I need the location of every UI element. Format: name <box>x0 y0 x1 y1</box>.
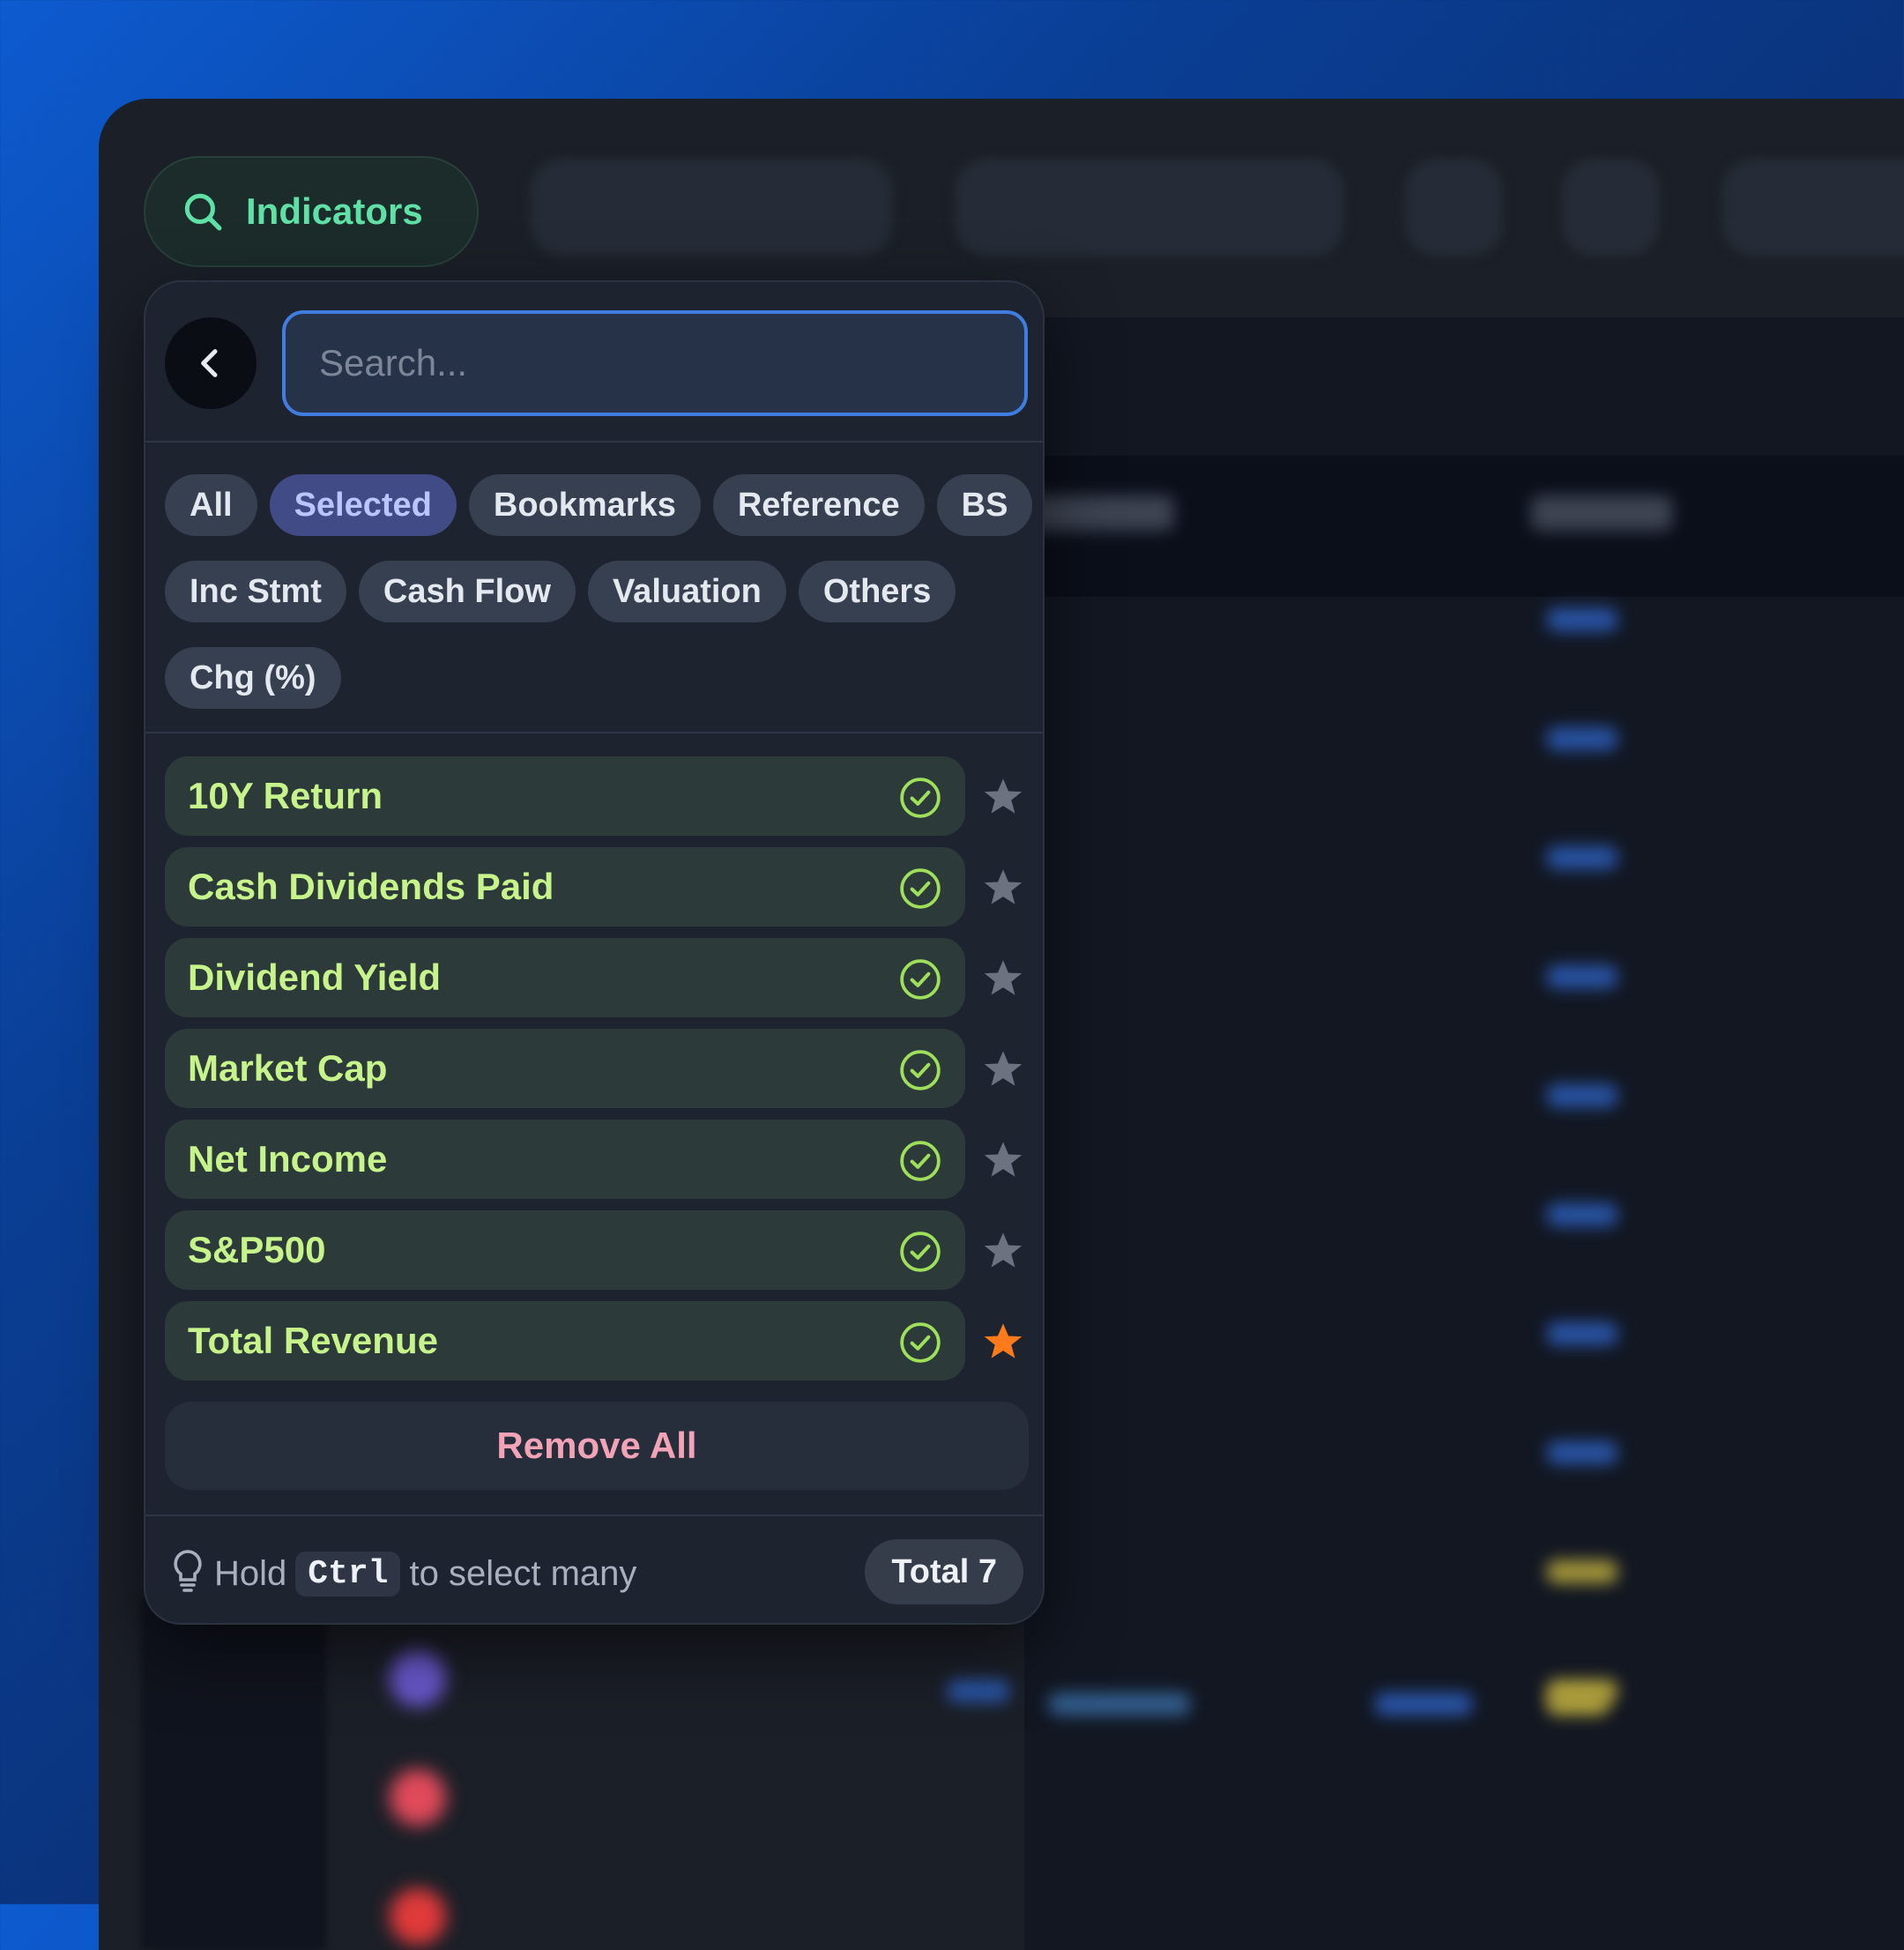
background-toolbar-item <box>956 159 1343 256</box>
filter-chip[interactable]: Chg (%) <box>165 647 341 709</box>
background-toolbar-item <box>1562 159 1659 256</box>
background-cell <box>1547 965 1618 988</box>
background-cell <box>1024 495 1174 531</box>
indicator-row: 10Y Return <box>165 756 1038 836</box>
remove-all-button[interactable]: Remove All <box>165 1402 1029 1490</box>
filter-chips: All Selected Bookmarks Reference BS Inc Stmt C… <box>165 474 1038 733</box>
back-button[interactable] <box>165 317 257 409</box>
background-toolbar-item <box>531 159 892 256</box>
background-toolbar-item <box>1405 159 1502 256</box>
background-cell <box>948 1679 1009 1702</box>
search-field[interactable] <box>282 310 1028 416</box>
hint-prefix: Hold <box>214 1554 287 1593</box>
indicator-item[interactable]: Net Income <box>165 1120 965 1199</box>
background-cell <box>1547 1441 1618 1464</box>
filter-chip-row: Inc Stmt Cash Flow Valuation Others <box>165 561 1038 622</box>
indicator-item[interactable]: S&P500 <box>165 1210 965 1290</box>
star-icon[interactable] <box>980 1228 1026 1274</box>
filter-chip[interactable]: Inc Stmt <box>165 561 346 622</box>
background-avatar <box>390 1769 446 1826</box>
indicators-button[interactable]: Indicators <box>144 156 479 267</box>
indicator-list: 10Y Return Cash Dividends Paid Dividend Yi… <box>165 756 1038 1392</box>
star-icon[interactable] <box>980 1046 1026 1092</box>
indicator-label: 10Y Return <box>188 775 383 816</box>
background-avatar <box>390 1650 446 1707</box>
filter-chip[interactable]: Valuation <box>587 561 786 622</box>
search-icon <box>184 193 222 231</box>
background-cell <box>1049 1693 1190 1716</box>
ctrl-key: Ctrl <box>295 1552 401 1596</box>
popup-footer: Hold Ctrl to select many Total 7 <box>145 1516 1043 1623</box>
background-cell <box>1531 495 1672 531</box>
filter-chip-row: All Selected Bookmarks Reference BS <box>165 474 1038 536</box>
indicator-item[interactable]: Cash Dividends Paid <box>165 847 965 927</box>
background-table-header <box>1024 456 1904 597</box>
filter-chip-row: Chg (%) <box>165 647 1038 709</box>
star-icon[interactable] <box>980 956 1026 1001</box>
check-circle-icon <box>900 1322 941 1363</box>
background-cell <box>1547 1084 1618 1107</box>
background-column <box>141 1597 326 1950</box>
divider <box>145 732 1043 733</box>
indicator-row: Market Cap <box>165 1029 1038 1108</box>
filter-chip[interactable]: Others <box>798 561 956 622</box>
background-cell <box>1547 846 1618 869</box>
indicator-label: S&P500 <box>188 1229 326 1270</box>
indicators-label: Indicators <box>246 190 423 232</box>
indicator-item[interactable]: Dividend Yield <box>165 938 965 1017</box>
filter-chip[interactable]: BS <box>936 474 1033 536</box>
check-circle-icon <box>900 1232 941 1272</box>
search-input[interactable] <box>317 341 1024 385</box>
indicator-row: S&P500 <box>165 1210 1038 1290</box>
check-circle-icon <box>900 959 941 1000</box>
background-toolbar-item <box>1722 159 1904 256</box>
star-icon[interactable] <box>980 1319 1026 1365</box>
hint-suffix: to select many <box>409 1554 637 1593</box>
lightbulb-icon <box>174 1550 202 1592</box>
background-cell <box>1547 608 1618 631</box>
background-cell <box>1375 1693 1472 1716</box>
indicator-label: Market Cap <box>188 1047 388 1089</box>
indicator-label: Net Income <box>188 1138 388 1180</box>
total-badge: Total 7 <box>865 1539 1023 1604</box>
indicator-item[interactable]: Total Revenue <box>165 1301 965 1381</box>
filter-chip[interactable]: Reference <box>712 474 925 536</box>
background-cell <box>1547 1693 1609 1716</box>
check-circle-icon <box>900 778 941 818</box>
background-cell <box>1547 1322 1618 1345</box>
indicator-item[interactable]: Market Cap <box>165 1029 965 1108</box>
indicator-row: Net Income <box>165 1120 1038 1199</box>
filter-chip[interactable]: Cash Flow <box>358 561 576 622</box>
background-cell <box>1547 727 1618 750</box>
filter-chip[interactable]: Bookmarks <box>468 474 701 536</box>
filter-chip[interactable]: All <box>165 474 257 536</box>
multi-select-hint: Hold Ctrl to select many <box>214 1552 636 1596</box>
star-icon[interactable] <box>980 865 1026 911</box>
indicator-row: Total Revenue <box>165 1301 1038 1381</box>
check-circle-icon <box>900 1141 941 1181</box>
check-circle-icon <box>900 868 941 909</box>
filter-chip[interactable]: Selected <box>269 474 457 536</box>
chevron-left-icon <box>201 349 218 377</box>
indicator-row: Dividend Yield <box>165 938 1038 1017</box>
indicator-label: Dividend Yield <box>188 956 442 998</box>
indicator-row: Cash Dividends Paid <box>165 847 1038 927</box>
background-cell <box>1547 1203 1618 1226</box>
indicator-item[interactable]: 10Y Return <box>165 756 965 836</box>
star-icon[interactable] <box>980 1137 1026 1183</box>
divider <box>145 441 1043 443</box>
indicators-popup: AllSelectedBookmarksReferenceBSInc StmtC… <box>144 280 1045 1625</box>
star-icon[interactable] <box>980 774 1026 820</box>
indicator-label: Total Revenue <box>188 1320 438 1361</box>
background-cell <box>1547 1560 1618 1583</box>
check-circle-icon <box>900 1050 941 1090</box>
indicator-label: Cash Dividends Paid <box>188 866 554 907</box>
background-avatar <box>390 1888 446 1945</box>
